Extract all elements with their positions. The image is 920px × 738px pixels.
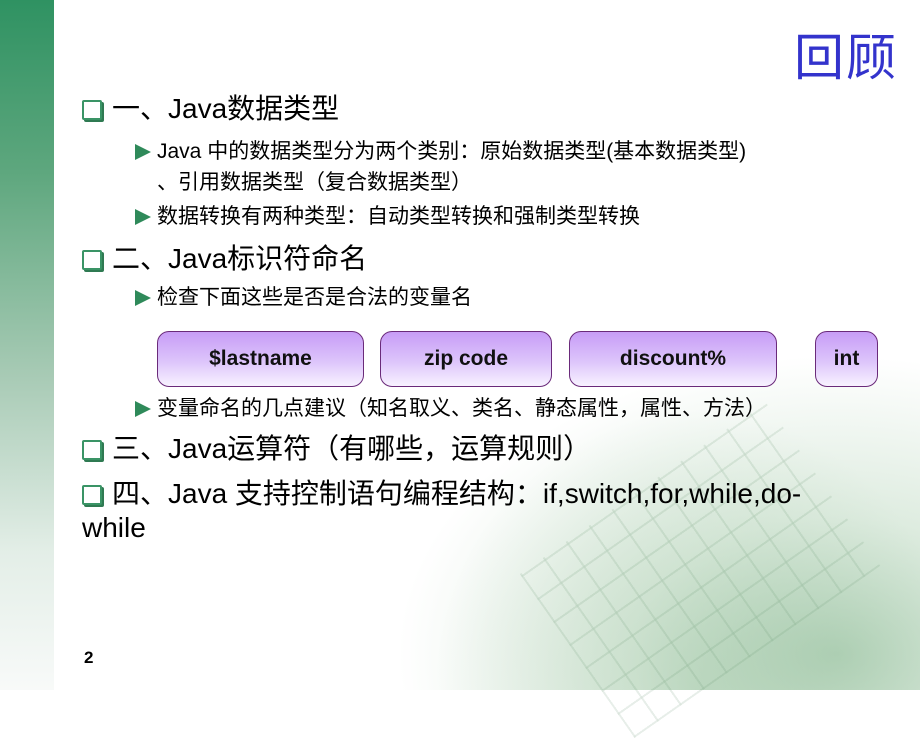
section-heading-1: 一、Java数据类型 <box>82 92 339 126</box>
section-heading-4: 四、Java 支持控制语句编程结构：if,switch,for,while,do… <box>82 477 801 545</box>
arrow-bullet-icon <box>135 144 151 160</box>
bullet-text: 检查下面这些是否是合法的变量名 <box>157 286 472 309</box>
slide-title: 回顾 <box>794 29 898 87</box>
bullet-text: 数据转换有两种类型：自动类型转换和强制类型转换 <box>157 205 640 228</box>
sidebar-gradient <box>0 0 54 690</box>
checkbox-square-icon <box>82 440 102 460</box>
variable-name-pill: discount% <box>569 331 777 387</box>
page-number: 2 <box>84 648 94 667</box>
variable-name-pill: zip code <box>380 331 552 387</box>
bullet-item-naming-tips: 变量命名的几点建议（知名取义、类名、静态属性，属性、方法） <box>135 393 766 424</box>
checkbox-square-icon <box>82 250 102 270</box>
section-heading-2: 二、Java标识符命名 <box>82 242 367 276</box>
checkbox-square-icon <box>82 100 102 120</box>
section-heading-text: 三、Java运算符（有哪些，运算规则） <box>112 433 592 464</box>
bullet-text: 变量命名的几点建议（知名取义、类名、静态属性，属性、方法） <box>157 397 766 420</box>
bullet-item-conversion: 数据转换有两种类型：自动类型转换和强制类型转换 <box>135 201 640 232</box>
bullet-text-line1: Java 中的数据类型分为两个类别：原始数据类型(基本数据类型) <box>157 140 747 163</box>
variable-name-pill: $lastname <box>157 331 364 387</box>
arrow-bullet-icon <box>135 401 151 417</box>
bullet-item-check-names: 检查下面这些是否是合法的变量名 <box>135 282 472 313</box>
bullet-text-line2: 、引用数据类型（复合数据类型） <box>157 171 472 194</box>
variable-name-pill: int <box>815 331 878 387</box>
section-heading-text: 一、Java数据类型 <box>112 93 340 124</box>
arrow-bullet-icon <box>135 209 151 225</box>
section-heading-text-line1: 四、Java 支持控制语句编程结构：if,switch,for,while,do… <box>112 478 802 509</box>
checkbox-square-icon <box>82 485 102 505</box>
bullet-item-data-types: Java 中的数据类型分为两个类别：原始数据类型(基本数据类型) 、引用数据类型… <box>135 136 746 198</box>
section-heading-text: 二、Java标识符命名 <box>112 243 368 274</box>
arrow-bullet-icon <box>135 290 151 306</box>
section-heading-3: 三、Java运算符（有哪些，运算规则） <box>82 432 591 466</box>
section-heading-text-line2: while <box>82 512 146 543</box>
